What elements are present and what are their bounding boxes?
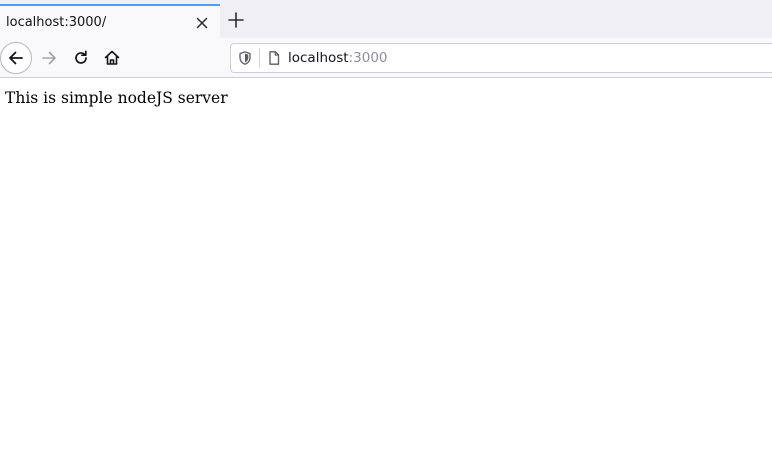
- tab-strip: localhost:3000/: [0, 0, 772, 38]
- page-body-text: This is simple nodeJS server: [5, 89, 228, 107]
- reload-icon: [75, 50, 87, 64]
- forward-button[interactable]: [34, 43, 64, 73]
- close-icon[interactable]: [193, 14, 211, 32]
- arrow-right-icon: [42, 51, 56, 65]
- home-icon: [104, 50, 120, 65]
- browser-window: localhost:3000/ localhost:3000 This is s…: [0, 0, 772, 475]
- tab-active[interactable]: localhost:3000/: [0, 4, 220, 38]
- nav-bar: localhost:3000: [0, 38, 772, 78]
- page-content: This is simple nodeJS server: [0, 78, 772, 475]
- address-bar[interactable]: localhost:3000: [230, 43, 772, 73]
- tab-title: localhost:3000/: [6, 15, 107, 30]
- page-icon[interactable]: [266, 50, 282, 66]
- url-text[interactable]: localhost:3000: [288, 50, 388, 66]
- url-separator: [259, 48, 260, 68]
- reload-button[interactable]: [66, 43, 96, 73]
- plus-icon[interactable]: [226, 10, 246, 30]
- back-button[interactable]: [0, 42, 32, 74]
- arrow-left-icon: [9, 51, 23, 65]
- shield-icon[interactable]: [237, 50, 253, 66]
- home-button[interactable]: [97, 43, 127, 73]
- url-port: :3000: [348, 50, 388, 66]
- url-host: localhost: [288, 50, 349, 66]
